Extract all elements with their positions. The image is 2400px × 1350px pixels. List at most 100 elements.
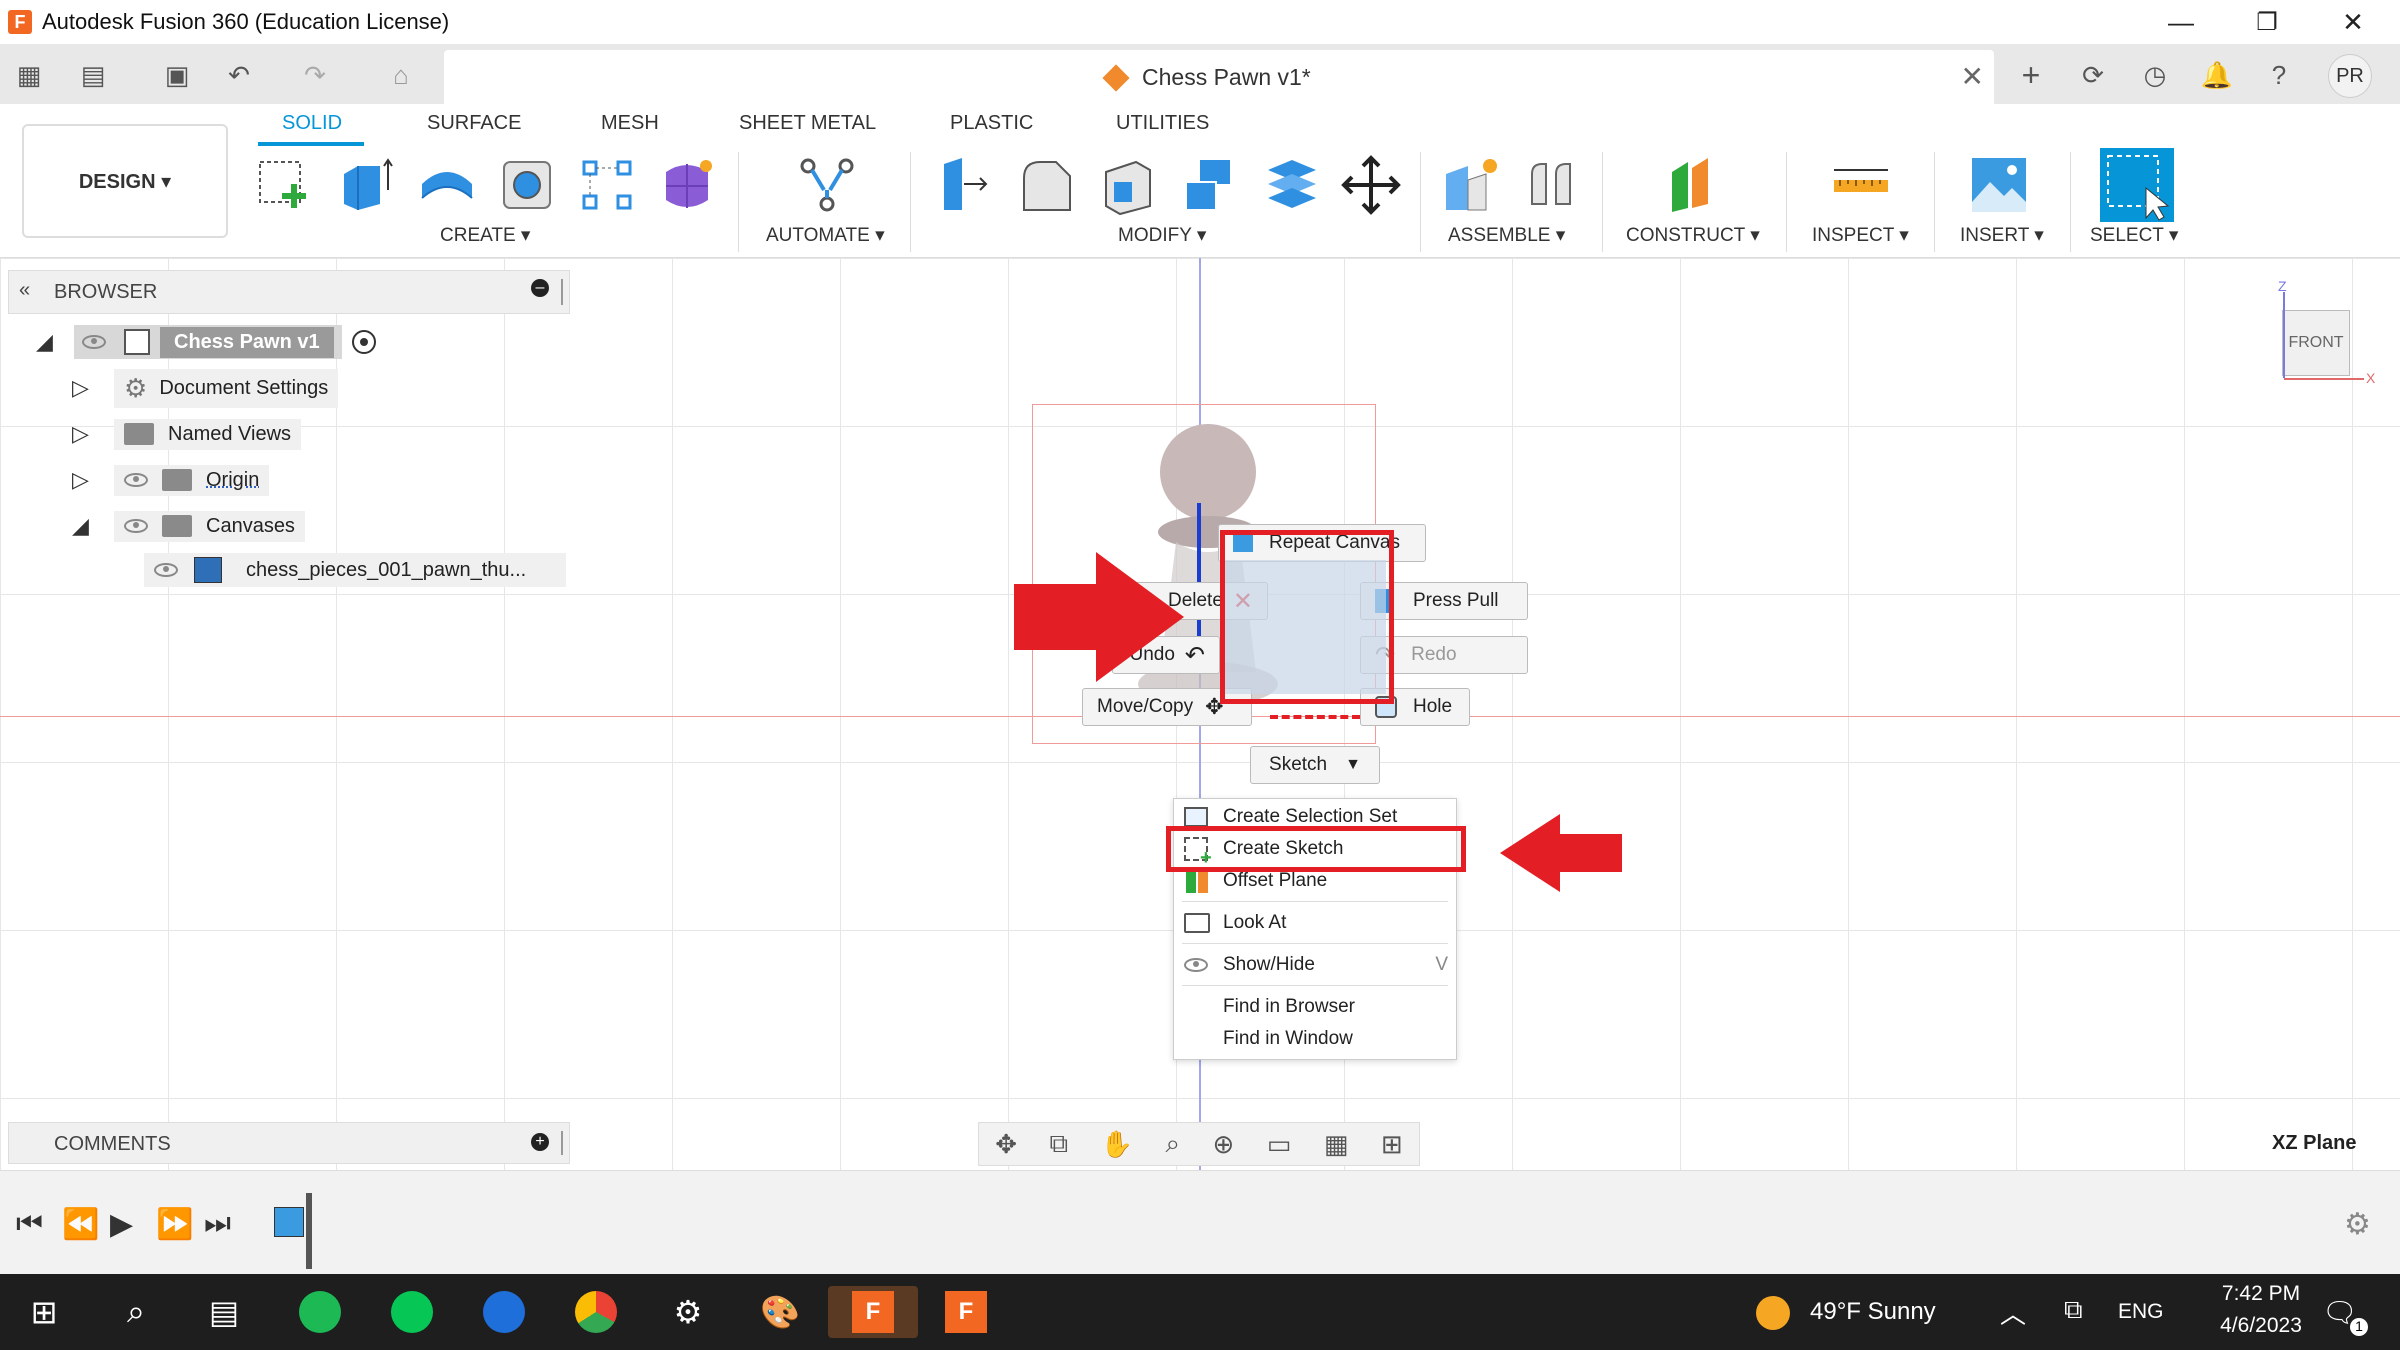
menu-item-show-hide[interactable]: Show/Hide V	[1174, 949, 1456, 981]
chrome-icon[interactable]	[570, 1286, 622, 1338]
home-icon[interactable]: ⌂	[384, 58, 418, 92]
browser-item-origin[interactable]: ▷ Origin	[72, 462, 269, 498]
look-at-icon[interactable]: ⧉	[1050, 1128, 1069, 1160]
visibility-eye-icon[interactable]	[124, 473, 148, 487]
fusion-second-window-icon[interactable]: F	[940, 1286, 992, 1338]
weather-text[interactable]: 49°F Sunny	[1810, 1298, 1936, 1326]
visibility-eye-icon[interactable]	[124, 519, 148, 533]
restore-button[interactable]: ❐	[2232, 0, 2302, 44]
fit-zoom-icon[interactable]: ⊕	[1212, 1129, 1234, 1160]
collapse-browser-icon[interactable]: «	[19, 279, 30, 302]
select-group-label[interactable]: SELECT ▾	[2090, 224, 2178, 247]
tab-mesh[interactable]: MESH	[601, 112, 659, 135]
pan-hand-icon[interactable]: ✋	[1101, 1129, 1133, 1160]
tab-plastic[interactable]: PLASTIC	[950, 112, 1033, 135]
fusion-taskbar-icon[interactable]: F	[828, 1286, 918, 1338]
windows-start-icon[interactable]: ⊞	[18, 1286, 70, 1338]
redo-icon[interactable]: ↷	[298, 58, 332, 92]
expand-triangle-icon[interactable]: ▷	[72, 421, 114, 447]
assemble-group-label[interactable]: ASSEMBLE ▾	[1448, 224, 1565, 247]
search-icon[interactable]: ⌕	[110, 1286, 162, 1338]
revolve-tool-icon[interactable]	[416, 154, 478, 216]
visibility-eye-icon[interactable]	[154, 563, 178, 577]
browser-app-icon[interactable]	[478, 1286, 530, 1338]
browser-item-canvases[interactable]: ◢ Canvases	[72, 508, 305, 544]
measure-tool-icon[interactable]	[1830, 154, 1892, 216]
tab-solid[interactable]: SOLID	[282, 112, 342, 135]
zoom-icon[interactable]: ⌕	[1165, 1128, 1180, 1160]
weather-sun-icon[interactable]	[1756, 1296, 1790, 1330]
go-to-end-icon[interactable]: ⏭	[204, 1207, 231, 1241]
construct-group-label[interactable]: CONSTRUCT ▾	[1626, 224, 1760, 247]
user-avatar[interactable]: PR	[2328, 54, 2372, 98]
expand-triangle-icon[interactable]: ▷	[72, 467, 114, 493]
sketch-button[interactable]: Sketch ▼	[1250, 746, 1380, 784]
automate-tool-icon[interactable]	[796, 154, 858, 216]
shell-tool-icon[interactable]	[1096, 154, 1158, 216]
extensions-icon[interactable]: ⟳	[2076, 58, 2110, 92]
viewcube-front-face[interactable]: FRONT	[2282, 310, 2350, 376]
menu-item-find-in-browser[interactable]: Find in Browser	[1174, 991, 1456, 1023]
menu-item-look-at[interactable]: Look At	[1174, 907, 1456, 939]
step-back-icon[interactable]: ⏪	[62, 1207, 99, 1242]
orbit-icon[interactable]: ✥	[995, 1129, 1017, 1160]
settings-gear-icon[interactable]: ⚙	[662, 1286, 714, 1338]
construct-plane-tool-icon[interactable]	[1662, 154, 1724, 216]
tray-chevron-icon[interactable]: ︿	[2000, 1294, 2026, 1331]
hole-tool-icon[interactable]	[496, 154, 558, 216]
browser-item-named-views[interactable]: ▷ Named Views	[72, 416, 301, 452]
select-tool-icon[interactable]	[2100, 148, 2174, 222]
job-status-clock-icon[interactable]: ◷	[2138, 58, 2172, 92]
pattern-tool-icon[interactable]	[576, 154, 638, 216]
paint-app-icon[interactable]: 🎨	[754, 1286, 806, 1338]
clock-time[interactable]: 7:42 PM	[2196, 1282, 2326, 1306]
network-icon[interactable]: ⧉	[2064, 1294, 2083, 1326]
new-tab-plus-icon[interactable]: +	[2014, 58, 2048, 92]
close-button[interactable]: ✕	[2318, 0, 2388, 44]
create-sketch-tool-icon[interactable]	[254, 154, 316, 216]
language-indicator[interactable]: ENG	[2118, 1300, 2164, 1324]
notifications-bell-icon[interactable]: 🔔	[2200, 58, 2234, 92]
extrude-tool-icon[interactable]	[334, 154, 396, 216]
menu-item-find-in-window[interactable]: Find in Window	[1174, 1023, 1456, 1055]
task-view-icon[interactable]: ▤	[198, 1286, 250, 1338]
step-forward-icon[interactable]: ⏩	[156, 1207, 193, 1242]
activate-component-icon[interactable]	[352, 330, 376, 354]
expand-triangle-icon[interactable]: ◢	[36, 329, 74, 355]
line-app-icon[interactable]	[386, 1286, 438, 1338]
offset-face-tool-icon[interactable]	[1260, 154, 1322, 216]
document-tab-close-button[interactable]: ✕	[1961, 60, 1984, 93]
inspect-group-label[interactable]: INSPECT ▾	[1812, 224, 1909, 247]
visibility-eye-icon[interactable]	[82, 335, 106, 349]
timeline-canvas-feature[interactable]	[274, 1207, 304, 1237]
workspace-switcher-button[interactable]: DESIGN ▾	[22, 124, 228, 238]
tab-surface[interactable]: SURFACE	[427, 112, 521, 135]
display-settings-icon[interactable]: ▭	[1267, 1129, 1292, 1160]
minimize-button[interactable]: —	[2146, 0, 2216, 44]
tab-sheet-metal[interactable]: SHEET METAL	[739, 112, 876, 135]
clock-date[interactable]: 4/6/2023	[2186, 1314, 2336, 1338]
go-to-start-icon[interactable]: ⏮	[16, 1207, 43, 1241]
browser-item-document-settings[interactable]: ▷ ⚙ Document Settings	[72, 370, 338, 406]
tab-utilities[interactable]: UTILITIES	[1116, 112, 1209, 135]
create-group-label[interactable]: CREATE ▾	[440, 224, 530, 247]
browser-item-canvas-image[interactable]: chess_pieces_001_pawn_thu...	[144, 552, 566, 588]
automate-group-label[interactable]: AUTOMATE ▾	[766, 224, 885, 247]
file-menu-icon[interactable]: ▤	[76, 58, 110, 92]
save-icon[interactable]: ▣	[160, 58, 194, 92]
viewports-icon[interactable]: ⊞	[1381, 1129, 1403, 1160]
data-panel-grid-icon[interactable]: ▦	[12, 58, 46, 92]
panel-pin-icon[interactable]	[561, 1131, 563, 1155]
browser-root-row[interactable]: ◢ Chess Pawn v1	[36, 324, 376, 360]
move-copy-tool-icon[interactable]	[1340, 154, 1402, 216]
new-component-tool-icon[interactable]	[1440, 154, 1502, 216]
insert-group-label[interactable]: INSERT ▾	[1960, 224, 2044, 247]
timeline-settings-gear-icon[interactable]: ⚙	[2344, 1207, 2371, 1242]
modify-group-label[interactable]: MODIFY ▾	[1118, 224, 1206, 247]
panel-pin-icon[interactable]	[561, 279, 563, 305]
collapse-triangle-icon[interactable]: ◢	[72, 513, 114, 539]
add-comment-icon[interactable]: +	[531, 1133, 549, 1151]
fillet-tool-icon[interactable]	[1016, 154, 1078, 216]
undo-icon[interactable]: ↶	[222, 58, 256, 92]
grid-settings-icon[interactable]: ▦	[1324, 1129, 1349, 1160]
